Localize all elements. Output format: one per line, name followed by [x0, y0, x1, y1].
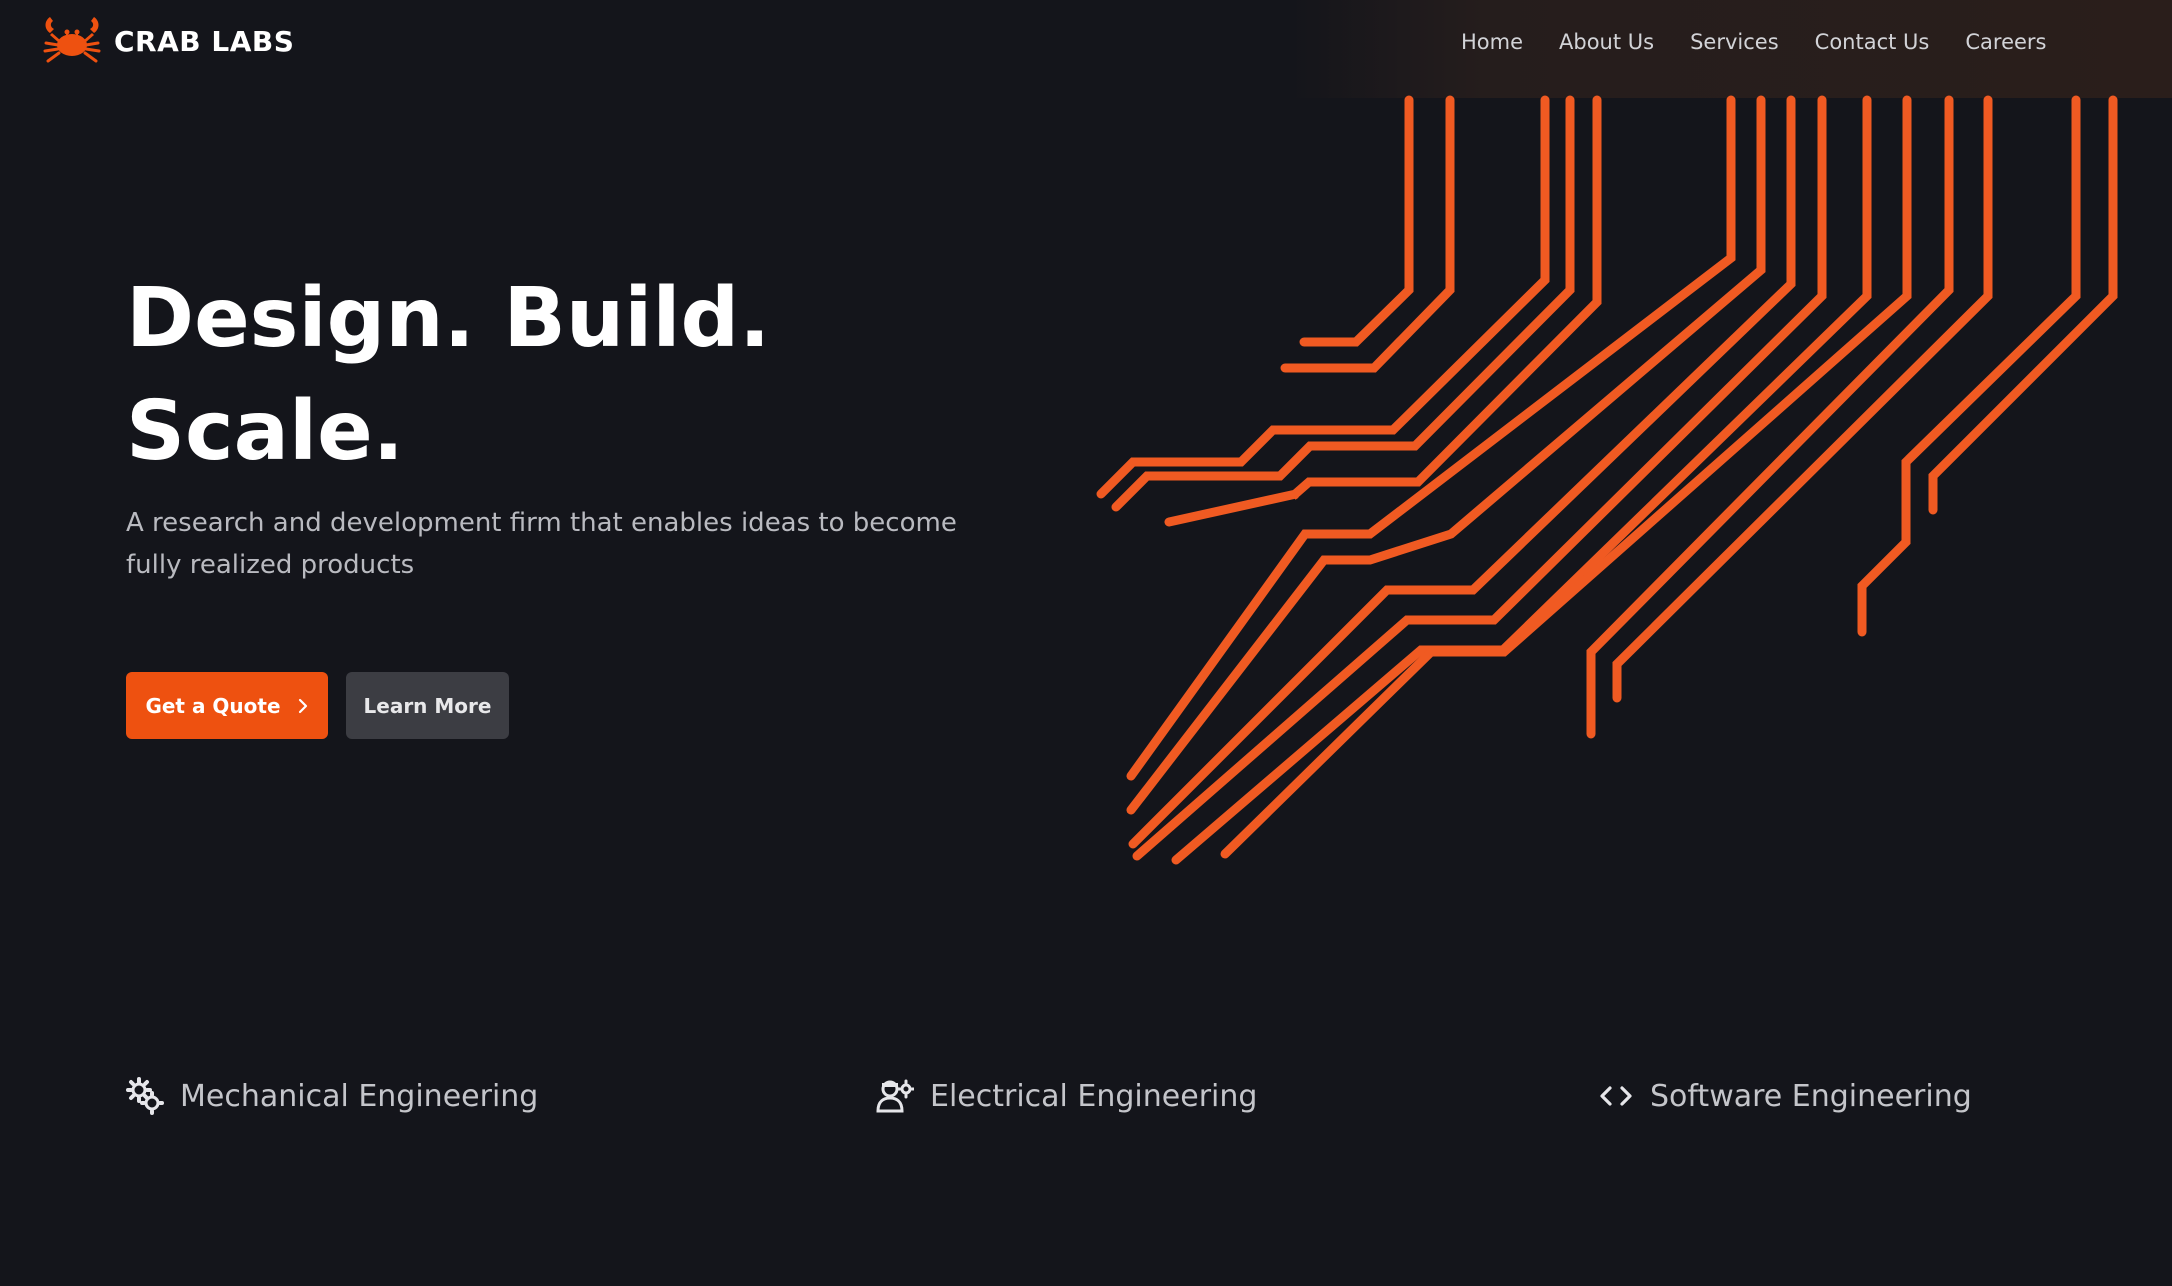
learn-more-label: Learn More — [363, 693, 492, 718]
hero-title-line-1: Design. Build. — [126, 271, 771, 366]
engineer-gear-icon — [876, 1077, 914, 1115]
services-features: Mechanical Engineering Electrical Engine… — [0, 1068, 2172, 1128]
hero-title-line-2: Scale. — [126, 384, 404, 479]
hero-subtitle: A research and development firm that ena… — [126, 508, 957, 580]
feature-label: Mechanical Engineering — [180, 1078, 539, 1114]
feature-label: Electrical Engineering — [930, 1078, 1258, 1114]
feature-mechanical-engineering[interactable]: Mechanical Engineering — [126, 1068, 538, 1124]
feature-software-engineering[interactable]: Software Engineering — [1598, 1068, 1972, 1124]
hero-title: Design. Build. Scale. — [126, 262, 826, 488]
chevron-right-icon — [297, 697, 309, 715]
code-brackets-icon — [1598, 1080, 1634, 1112]
get-a-quote-label: Get a Quote — [145, 693, 281, 718]
feature-electrical-engineering[interactable]: Electrical Engineering — [876, 1068, 1257, 1124]
feature-label: Software Engineering — [1650, 1078, 1972, 1114]
learn-more-button[interactable]: Learn More — [346, 672, 509, 739]
gears-icon — [126, 1077, 164, 1115]
get-a-quote-button[interactable]: Get a Quote — [126, 672, 328, 739]
